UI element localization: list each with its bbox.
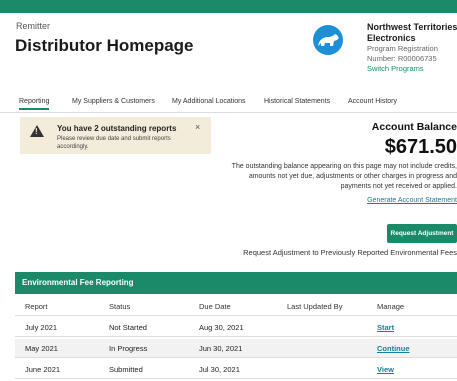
status-cell: Submitted <box>109 365 143 374</box>
column-header-manage: Manage <box>377 302 405 311</box>
switch-programs-link[interactable]: Switch Programs <box>367 64 457 74</box>
start-link[interactable]: Start <box>377 323 394 332</box>
balance-description: The outstanding balance appearing on thi… <box>231 163 457 190</box>
generate-statement-link[interactable]: Generate Account Statement <box>367 197 457 204</box>
status-cell: In Progress <box>109 344 148 353</box>
due-date-cell: Aug 30, 2021 <box>199 323 244 332</box>
report-cell: May 2021 <box>25 344 58 353</box>
alert-body: Please review due date and submit report… <box>57 136 171 150</box>
table-header-row: Report Status Due Date Last Updated By M… <box>15 297 457 316</box>
fee-reporting-header: Environmental Fee Reporting <box>15 272 457 294</box>
tab-suppliers-customers[interactable]: My Suppliers & Customers <box>72 98 155 105</box>
tab-historical-statements[interactable]: Historical Statements <box>264 98 330 105</box>
due-date-cell: Jun 30, 2021 <box>199 344 243 353</box>
top-bar <box>0 0 457 13</box>
outstanding-reports-alert: You have 2 outstanding reports Please re… <box>20 117 211 154</box>
remitter-label: Remitter <box>16 21 51 31</box>
company-name: Northwest Territories Electronics <box>367 22 457 43</box>
table-row: May 2021 In Progress Jun 30, 2021 Contin… <box>15 339 457 358</box>
column-header-report: Report <box>25 302 48 311</box>
tab-additional-locations[interactable]: My Additional Locations <box>172 98 246 105</box>
registration-number: Number: R00006735 <box>367 54 437 63</box>
warning-icon <box>30 125 44 137</box>
report-cell: June 2021 <box>25 365 61 374</box>
continue-link[interactable]: Continue <box>377 344 410 353</box>
tab-account-history[interactable]: Account History <box>348 98 397 105</box>
close-icon[interactable]: × <box>195 122 200 132</box>
request-adjustment-text: Request Adjustment to Previously Reporte… <box>243 248 457 257</box>
report-cell: July 2021 <box>25 323 58 332</box>
column-header-status: Status <box>109 302 131 311</box>
tab-bar: Reporting My Suppliers & Customers My Ad… <box>0 92 457 113</box>
account-balance-amount: $671.50 <box>384 136 457 158</box>
page-title: Distributor Homepage <box>15 36 194 55</box>
alert-heading: You have 2 outstanding reports <box>57 124 177 133</box>
view-link[interactable]: View <box>377 365 394 374</box>
table-row: June 2021 Submitted Jul 30, 2021 View <box>15 360 457 379</box>
due-date-cell: Jul 30, 2021 <box>199 365 240 374</box>
table-row: July 2021 Not Started Aug 30, 2021 Start <box>15 318 457 337</box>
request-adjustment-button[interactable]: Request Adjustment <box>387 224 457 243</box>
program-registration-label: Program Registration <box>367 44 438 53</box>
polar-bear-logo-icon <box>313 25 343 55</box>
company-info: Northwest Territories Electronics Progra… <box>367 22 457 74</box>
tab-reporting[interactable]: Reporting <box>19 98 50 110</box>
column-header-due-date: Due Date <box>199 302 231 311</box>
account-balance-label: Account Balance <box>371 121 457 133</box>
column-header-last-updated-by: Last Updated By <box>287 302 343 311</box>
status-cell: Not Started <box>109 323 147 332</box>
